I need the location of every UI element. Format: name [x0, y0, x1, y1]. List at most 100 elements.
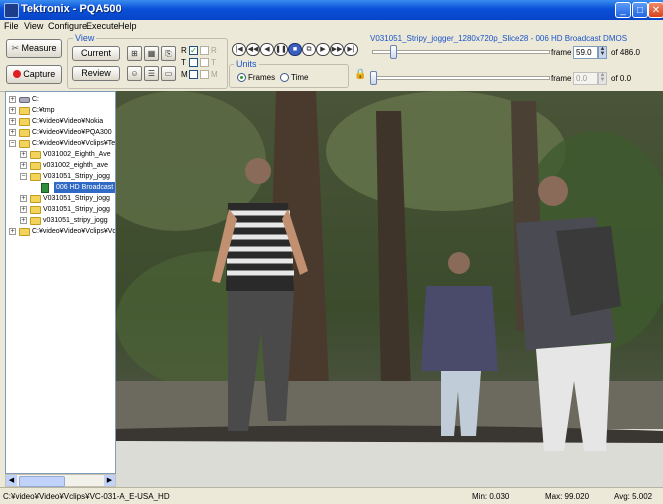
folder-icon: [19, 129, 30, 137]
play-icon[interactable]: ▶: [316, 43, 330, 56]
tree-node-label: v031002_eighth_ave: [43, 162, 109, 169]
frame2-spinner[interactable]: ▲ ▼: [598, 72, 607, 85]
clip-title: V031051_Stripy_jogger_1280x720p_Slice28 …: [370, 34, 628, 43]
expand-icon[interactable]: +: [9, 129, 16, 136]
stop-icon[interactable]: ■: [288, 43, 302, 56]
expand-icon[interactable]: +: [20, 206, 27, 213]
pause-icon[interactable]: ❚❚: [274, 43, 288, 56]
scroll-right-icon[interactable]: ▶: [104, 475, 115, 486]
export-icon[interactable]: ⎘: [161, 46, 176, 61]
status-min: Min: 0.030: [472, 492, 510, 501]
video-image: [116, 91, 663, 487]
video-frame[interactable]: [116, 91, 663, 487]
measure-icon: ✂: [11, 43, 19, 53]
r-checkbox[interactable]: ✓: [189, 46, 198, 55]
frame2-input[interactable]: 0.0: [573, 72, 598, 85]
last-frame-icon[interactable]: ▶|: [344, 43, 358, 56]
expand-icon[interactable]: +: [9, 118, 16, 125]
menu-view[interactable]: View: [24, 21, 43, 31]
review-button[interactable]: Review: [72, 66, 120, 81]
window-icon[interactable]: ▭: [161, 66, 176, 81]
view-group-label: View: [73, 33, 97, 43]
first-frame-icon[interactable]: |◀: [232, 43, 246, 56]
list-icon[interactable]: ☰: [144, 66, 159, 81]
current-button[interactable]: Current: [72, 46, 120, 61]
tree-node-label: C:¥video¥Video¥Vclips¥Te: [32, 140, 116, 147]
file-tree[interactable]: + C: + C:¥tmp + C:¥video¥Video¥Nokia + C:¥video…: [5, 91, 116, 474]
frame2-slider-track[interactable]: [372, 76, 550, 80]
folder-icon: [30, 195, 41, 203]
folder-icon: [30, 173, 41, 181]
measure-label: Measure: [21, 43, 57, 53]
folder-icon: [19, 228, 30, 236]
frame-spinner[interactable]: ▲ ▼: [598, 46, 607, 59]
scroll-left-icon[interactable]: ◀: [6, 475, 17, 486]
expand-icon[interactable]: +: [20, 195, 27, 202]
frames-radio[interactable]: [237, 73, 246, 82]
close-button[interactable]: ✕: [648, 2, 663, 18]
grid-4-icon[interactable]: ⊞: [127, 46, 142, 61]
folder-icon: [30, 162, 41, 170]
time-label: Time: [291, 73, 309, 82]
tree-node-label: V031051_Stripy_jogg: [43, 195, 110, 202]
t2-label: T: [211, 58, 216, 67]
expand-icon[interactable]: +: [9, 228, 16, 235]
step-forward-icon[interactable]: ▶▶: [330, 43, 344, 56]
t-checkbox[interactable]: [189, 58, 198, 67]
scroll-thumb[interactable]: [19, 476, 65, 487]
frame2-total: of 0.0: [611, 74, 632, 83]
frame-slider-thumb[interactable]: [390, 45, 398, 59]
film-icon: [41, 183, 49, 193]
app-icon: [4, 3, 19, 18]
m2-checkbox[interactable]: [200, 70, 209, 79]
expand-icon[interactable]: +: [20, 151, 27, 158]
expand-icon[interactable]: +: [20, 162, 27, 169]
frame-slider-track[interactable]: [372, 50, 550, 54]
units-label: Units: [234, 59, 259, 69]
person-icon[interactable]: ☺: [127, 66, 142, 81]
tree-node-label: C:¥video¥Video¥Vclips¥Vc: [32, 228, 116, 235]
r-label: R: [181, 46, 187, 55]
r2-label: R: [211, 46, 217, 55]
folder-icon: [30, 217, 41, 225]
step-back-icon[interactable]: ◀◀: [246, 43, 260, 56]
r2-checkbox[interactable]: [200, 46, 209, 55]
maximize-button[interactable]: □: [632, 2, 648, 18]
status-max: Max: 99.020: [545, 492, 590, 501]
play-back-icon[interactable]: ◀: [260, 43, 274, 56]
expand-icon[interactable]: +: [9, 107, 16, 114]
tree-node-label: V031002_Eighth_Ave: [43, 151, 111, 158]
grid-9-icon[interactable]: ▦: [144, 46, 159, 61]
folder-icon: [30, 206, 41, 214]
folder-icon: [19, 140, 30, 148]
frame-step-icon[interactable]: ⧉: [302, 43, 316, 56]
expand-icon[interactable]: +: [9, 96, 16, 103]
folder-icon: [19, 107, 30, 115]
capture-label: Capture: [23, 69, 56, 79]
expand-icon[interactable]: +: [20, 217, 27, 224]
measure-button[interactable]: ✂ Measure: [6, 39, 62, 58]
m-checkbox[interactable]: [189, 70, 198, 79]
minimize-button[interactable]: _: [615, 2, 631, 18]
folder-icon: [30, 151, 41, 159]
tree-node-label: C:: [32, 96, 39, 103]
frame-label: frame: [551, 48, 572, 57]
capture-button[interactable]: Capture: [6, 65, 62, 84]
tree-node-label: C:¥tmp: [32, 107, 55, 114]
t2-checkbox[interactable]: [200, 58, 209, 67]
menu-file[interactable]: File: [4, 21, 19, 31]
collapse-icon[interactable]: −: [9, 140, 16, 147]
menu-configure[interactable]: Configure: [48, 21, 87, 31]
time-radio[interactable]: [280, 73, 289, 82]
collapse-icon[interactable]: −: [20, 173, 27, 180]
menu-help[interactable]: Help: [118, 21, 137, 31]
menu-execute[interactable]: Execute: [86, 21, 119, 31]
folder-icon: [19, 118, 30, 126]
frame-input[interactable]: 59.0: [573, 46, 598, 59]
tree-horizontal-scrollbar[interactable]: ◀ ▶: [5, 474, 116, 487]
window-title: Tektronix - PQA500: [21, 3, 122, 15]
lock-icon: 🔒: [354, 69, 367, 80]
title-bar: Tektronix - PQA500 _ □ ✕: [0, 0, 663, 20]
m2-label: M: [211, 70, 218, 79]
frame2-slider-thumb[interactable]: [370, 71, 377, 85]
